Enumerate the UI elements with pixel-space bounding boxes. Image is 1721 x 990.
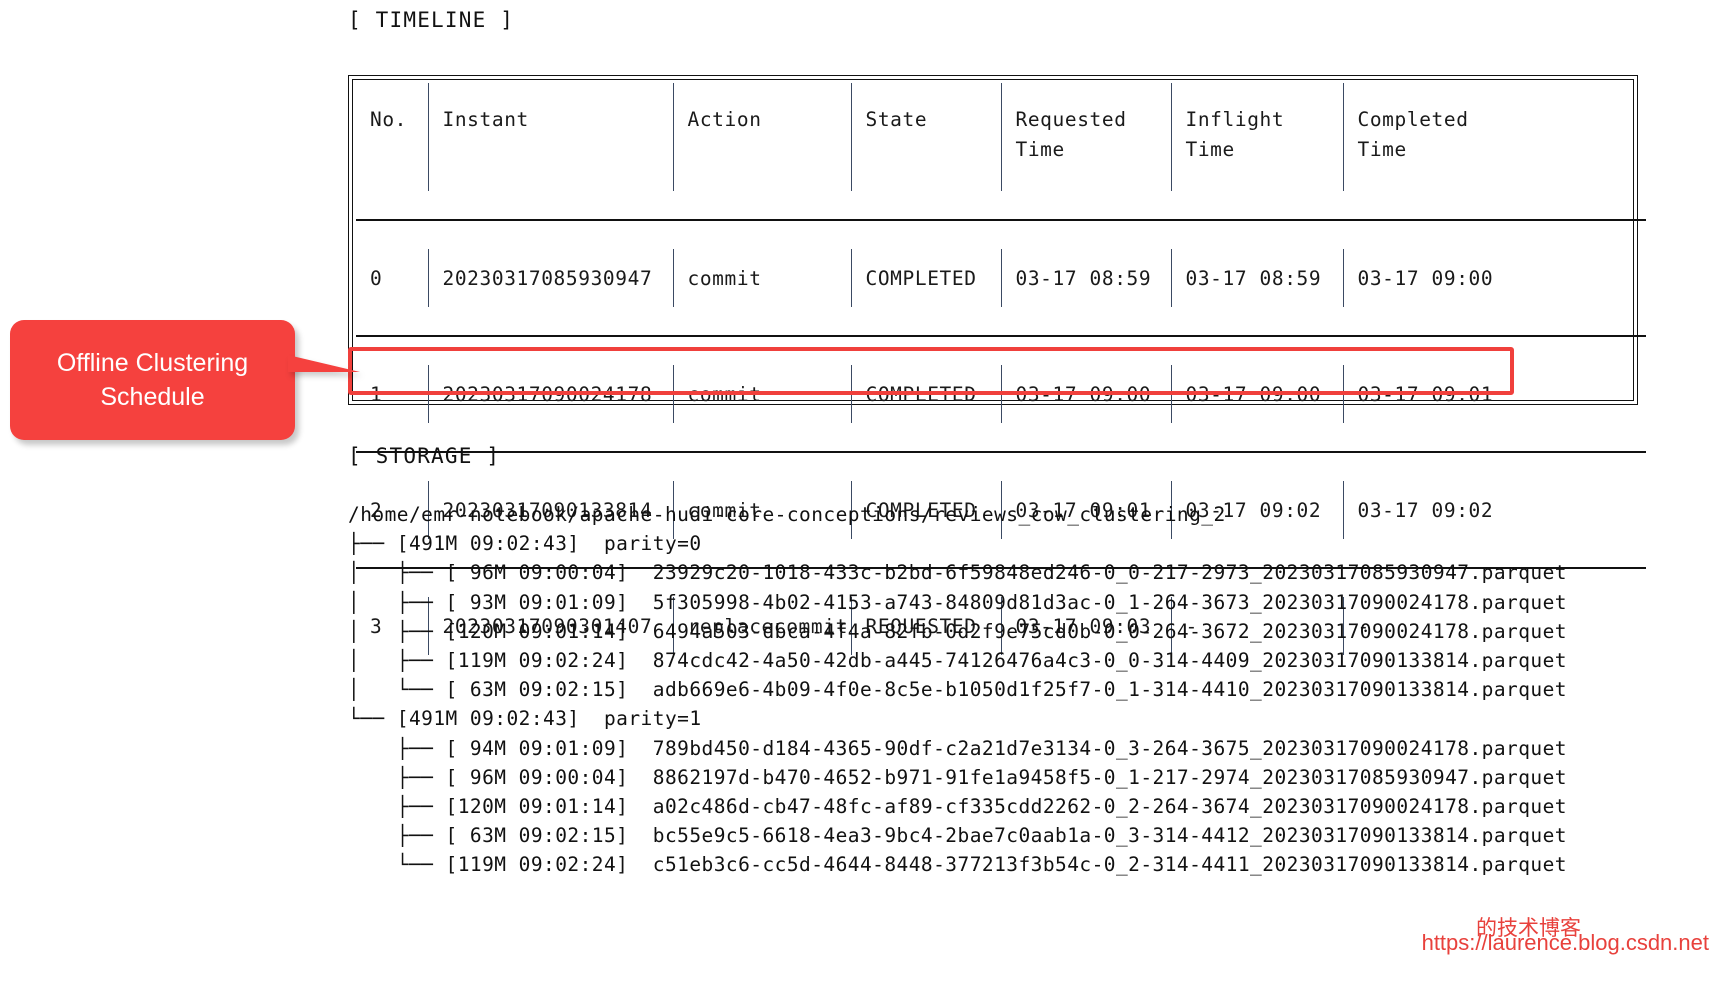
column-header-action: Action (672, 83, 851, 191)
callout-label: Offline Clustering Schedule (56, 349, 249, 411)
column-header-completed-time: Completed Time (1342, 83, 1646, 191)
watermark: 的技术博客 https://laurence.blog.csdn.net (1289, 917, 1709, 956)
rule-cell (356, 191, 1646, 249)
cell-no: 1 (370, 382, 383, 406)
column-header-instant: Instant (427, 83, 673, 191)
cell-action: commit (672, 365, 851, 423)
timeline-table-container: No. Instant Action State Requested Time … (348, 75, 1646, 655)
timeline-table-head: No. Instant Action State Requested Time … (356, 83, 1646, 191)
offline-clustering-callout: Offline Clustering Schedule (10, 320, 295, 440)
column-header-inflight-time: Inflight Time (1170, 83, 1343, 191)
cell-completed-time: 03-17 09:00 (1342, 249, 1646, 307)
cell-state: COMPLETED (850, 365, 1001, 423)
callout-arrow-icon (288, 355, 360, 372)
header-separator-rule (356, 191, 1646, 249)
storage-directory-tree: /home/emr-notebook/apache-hudi-core-conc… (348, 500, 1567, 880)
cell-state: COMPLETED (850, 249, 1001, 307)
cell-completed-time: 03-17 09:01 (1342, 365, 1646, 423)
cell-inflight-time: 03-17 09:00 (1170, 365, 1343, 423)
column-header-state: State (850, 83, 1001, 191)
storage-section-label: [ STORAGE ] (348, 444, 501, 468)
timeline-section-label: [ TIMELINE ] (348, 8, 515, 32)
table-row[interactable]: 0 20230317085930947 commit COMPLETED 03-… (356, 249, 1646, 307)
table-row[interactable]: 1 20230317090024178 commit COMPLETED 03-… (356, 365, 1646, 423)
column-header-no: No. (370, 108, 408, 131)
watermark-url: https://laurence.blog.csdn.net (1421, 930, 1709, 955)
rule-cell (356, 423, 1646, 481)
storage-tree-text: /home/emr-notebook/apache-hudi-core-conc… (348, 503, 1567, 877)
cell-inflight-time: 03-17 08:59 (1170, 249, 1343, 307)
cell-instant: 20230317085930947 (427, 249, 673, 307)
watermark-chinese-text: 的技术博客 (1476, 917, 1581, 940)
cell-action: commit (672, 249, 851, 307)
row-separator-rule (356, 423, 1646, 481)
rule-cell (356, 307, 1646, 365)
row-separator-rule (356, 307, 1646, 365)
column-header-requested-time: Requested Time (1000, 83, 1171, 191)
cell-no: 0 (370, 266, 383, 290)
cell-requested-time: 03-17 08:59 (1000, 249, 1171, 307)
cell-instant: 20230317090024178 (427, 365, 673, 423)
table-header-row: No. Instant Action State Requested Time … (356, 83, 1646, 191)
cell-requested-time: 03-17 09:00 (1000, 365, 1171, 423)
